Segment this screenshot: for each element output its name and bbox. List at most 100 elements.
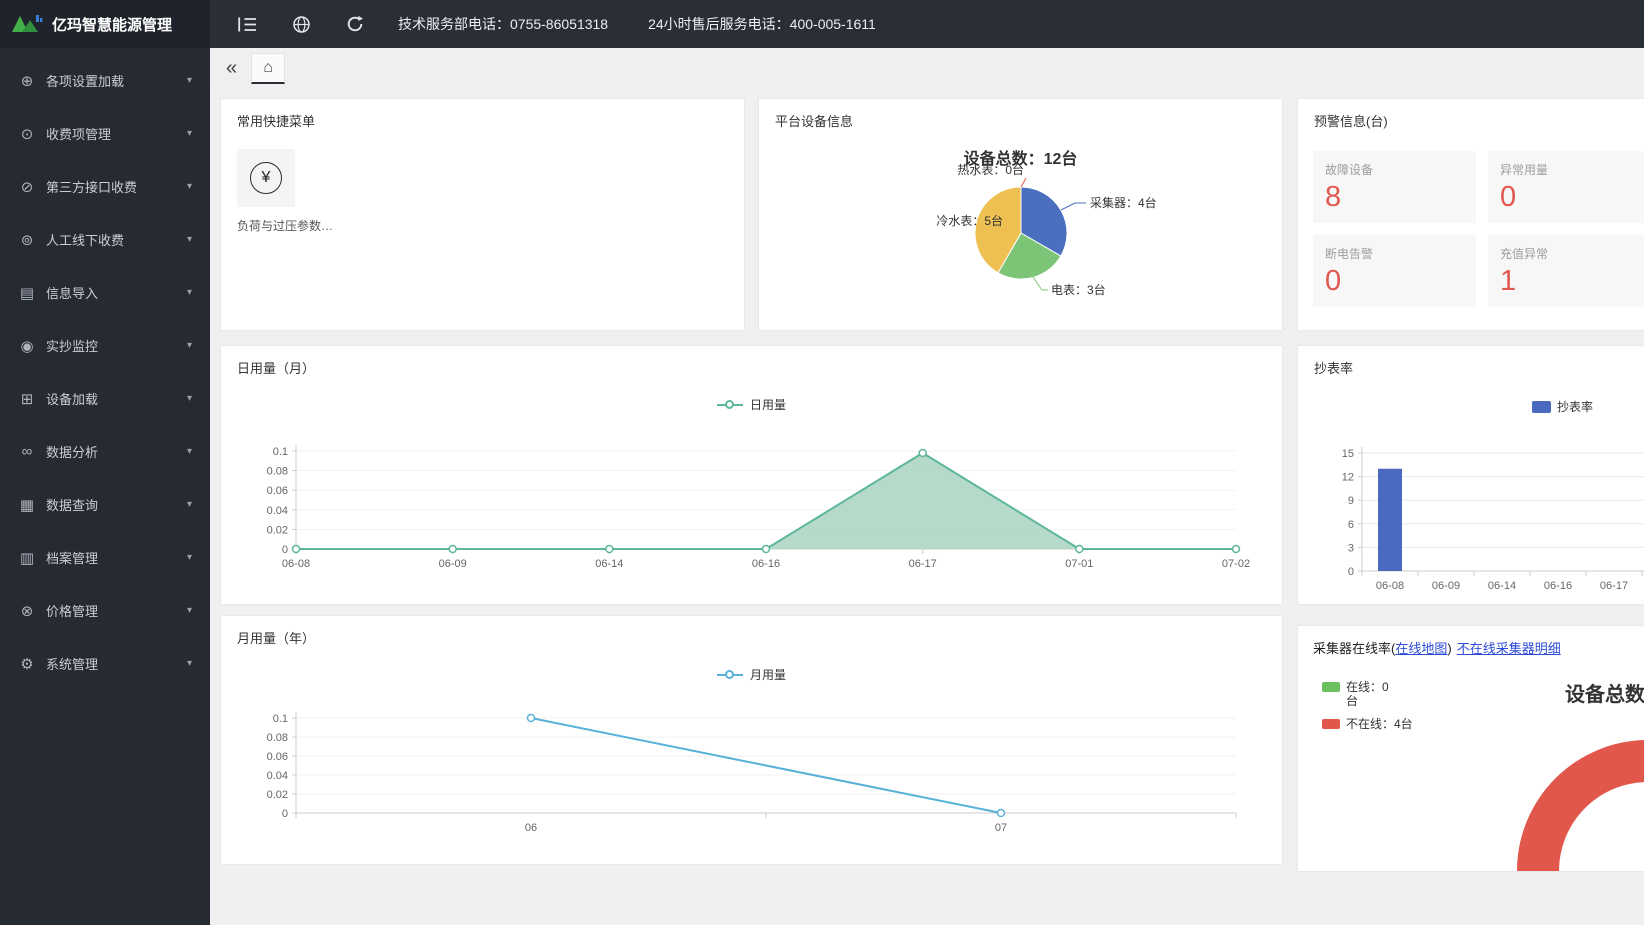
svg-text:06-14: 06-14 bbox=[1488, 580, 1516, 592]
chevron-down-icon: ▾ bbox=[186, 287, 192, 298]
live-monitor-icon: ◉ bbox=[20, 337, 34, 355]
collector-legend: 在线：0台 不在线：4台 bbox=[1322, 680, 1413, 740]
svg-text:0.06: 0.06 bbox=[267, 751, 288, 763]
chevron-down-icon: ▾ bbox=[186, 75, 192, 86]
shortcut-label: 负荷与过压参数… bbox=[237, 219, 334, 233]
meter-rate-chart[interactable]: 0369121506-0806-0906-1406-1606-1707-0107… bbox=[1298, 421, 1644, 605]
sidebar-item-device-load[interactable]: ⊞ 设备加载 ▾ bbox=[0, 372, 210, 425]
svg-text:0.08: 0.08 bbox=[267, 466, 288, 478]
device-total-label: 设备总数 bbox=[1565, 684, 1644, 706]
svg-text:0.1: 0.1 bbox=[273, 713, 288, 725]
svg-text:06-16: 06-16 bbox=[1544, 580, 1572, 592]
collapse-sidebar-button[interactable]: « bbox=[226, 58, 237, 78]
card-collector-online: 采集器在线率(在线地图) 不在线采集器明细 在线：0台 不在线：4台 设备总数 bbox=[1297, 625, 1644, 872]
card-daily-usage: 日用量（月） 日用量 0 0.02 0.04 0.06 0.08 0.1 06-08 06-0… bbox=[220, 345, 1283, 605]
svg-text:冷水表：5台: 冷水表：5台 bbox=[936, 213, 1003, 228]
sidebar-item-fee-management[interactable]: ⊙ 收费项管理 ▾ bbox=[0, 107, 210, 160]
svg-text:3: 3 bbox=[1348, 542, 1354, 554]
svg-text:12: 12 bbox=[1342, 472, 1354, 484]
alerts-title: 预警信息(台) bbox=[1314, 114, 1388, 129]
monthly-usage-chart[interactable]: 0 0.02 0.04 0.06 0.08 0.1 06 07 bbox=[221, 691, 1283, 865]
svg-text:06-09: 06-09 bbox=[1432, 580, 1460, 592]
line-legend-icon bbox=[716, 670, 743, 679]
sidebar-item-price-management[interactable]: ⊗ 价格管理 ▾ bbox=[0, 584, 210, 637]
monthly-usage-title: 月用量（年） bbox=[237, 631, 316, 646]
chevron-down-icon: ▾ bbox=[186, 658, 192, 669]
svg-text:06: 06 bbox=[525, 822, 537, 834]
svg-text:06-17: 06-17 bbox=[909, 558, 937, 570]
system-management-icon: ⚙ bbox=[20, 655, 34, 673]
svg-text:采集器：4台: 采集器：4台 bbox=[1090, 195, 1157, 210]
main-content: 常用快捷菜单 ¥ 负荷与过压参数… 平台设备信息 设备总数：12台 采集器：4台… bbox=[210, 88, 1644, 925]
topbar: 技术服务部电话：0755-86051318 24小时售后服务电话：400-005… bbox=[210, 0, 1644, 48]
sidebar-item-data-query[interactable]: ▦ 数据查询 ▾ bbox=[0, 478, 210, 531]
card-monthly-usage: 月用量（年） 月用量 0 0.02 0.04 0.06 0.08 0.1 06 07 bbox=[220, 615, 1283, 865]
sidebar-item-live-monitor[interactable]: ◉ 实抄监控 ▾ bbox=[0, 319, 210, 372]
daily-usage-chart[interactable]: 0 0.02 0.04 0.06 0.08 0.1 06-08 06-09 06-14 06-16… bbox=[221, 421, 1283, 596]
legend-online[interactable]: 在线：0台 bbox=[1322, 680, 1413, 708]
device-load-icon: ⊞ bbox=[20, 390, 34, 408]
chevron-down-icon: ▾ bbox=[186, 605, 192, 616]
stat-abnormal-usage: 异常用量 0 bbox=[1488, 151, 1644, 223]
online-map-link[interactable]: 在线地图 bbox=[1395, 641, 1447, 656]
meter-rate-legend[interactable]: 抄表率 bbox=[1532, 398, 1593, 415]
app-title: 亿玛智慧能源管理 bbox=[52, 16, 173, 34]
svg-text:0.04: 0.04 bbox=[267, 505, 288, 517]
data-query-icon: ▦ bbox=[19, 496, 35, 514]
data-analysis-icon: ∞ bbox=[21, 443, 33, 460]
chevron-down-icon: ▾ bbox=[186, 499, 192, 510]
quick-menu-title: 常用快捷菜单 bbox=[237, 114, 316, 129]
svg-text:0.06: 0.06 bbox=[267, 485, 288, 497]
menu-fold-icon[interactable] bbox=[220, 0, 274, 48]
price-management-icon: ⊗ bbox=[20, 602, 34, 620]
sidebar-item-system-management[interactable]: ⚙ 系统管理 ▾ bbox=[0, 637, 210, 690]
svg-text:15: 15 bbox=[1342, 448, 1354, 460]
sidebar-item-offline-fee[interactable]: ⊚ 人工线下收费 ▾ bbox=[0, 213, 210, 266]
monthly-usage-legend[interactable]: 月用量 bbox=[221, 666, 1282, 683]
daily-usage-legend[interactable]: 日用量 bbox=[221, 396, 1282, 413]
chevron-down-icon: ▾ bbox=[186, 340, 192, 351]
chevron-down-icon: ▾ bbox=[186, 552, 192, 563]
sidebar-item-archive-management[interactable]: ▥ 档案管理 ▾ bbox=[0, 531, 210, 584]
sidebar-item-info-import[interactable]: ▤ 信息导入 ▾ bbox=[0, 266, 210, 319]
device-pie-chart[interactable]: 采集器：4台电表：3台 冷水表：5台 热水表：0台 bbox=[759, 159, 1283, 331]
svg-text:6: 6 bbox=[1348, 519, 1354, 531]
card-platform-devices: 平台设备信息 设备总数：12台 采集器：4台 电表：3台 冷水表：5台 热水表：0台 bbox=[758, 98, 1283, 331]
chevron-down-icon: ▾ bbox=[186, 181, 192, 192]
alert-stats-grid: 故障设备 8 异常用量 0 断电告警 0 充值异常 1 bbox=[1313, 151, 1644, 307]
sidebar-item-data-analysis[interactable]: ∞ 数据分析 ▾ bbox=[0, 425, 210, 478]
sidebar: 亿玛智慧能源管理 ⊕ 各项设置加载 ▾ ⊙ 收费项管理 ▾ ⊘ 第三方接口收费 ▾ ⊚ 人工线下收费… bbox=[0, 0, 210, 925]
tab-home[interactable]: ⌂ bbox=[251, 52, 286, 84]
after-sales-phone: 24小时售后服务电话：400-005-1611 bbox=[648, 16, 876, 32]
refresh-icon[interactable] bbox=[328, 0, 382, 48]
sidebar-menu: ⊕ 各项设置加载 ▾ ⊙ 收费项管理 ▾ ⊘ 第三方接口收费 ▾ ⊚ 人工线下收费 ▾ ▤ 信息导入 ▾ ◉ 实… bbox=[0, 48, 210, 690]
sidebar-item-settings-load[interactable]: ⊕ 各项设置加载 ▾ bbox=[0, 54, 210, 107]
tabbar: « ⌂ bbox=[210, 48, 1644, 88]
svg-text:06-08: 06-08 bbox=[282, 558, 310, 570]
chevron-down-icon: ▾ bbox=[186, 128, 192, 139]
offline-fee-icon: ⊚ bbox=[20, 231, 34, 249]
legend-offline[interactable]: 不在线：4台 bbox=[1322, 717, 1413, 731]
svg-text:0.08: 0.08 bbox=[267, 732, 288, 744]
info-import-icon: ▤ bbox=[19, 284, 35, 302]
stat-recharge-abnormal: 充值异常 1 bbox=[1488, 235, 1644, 307]
archive-management-icon: ▥ bbox=[19, 549, 35, 567]
svg-text:0.04: 0.04 bbox=[267, 770, 288, 782]
svg-text:07-02: 07-02 bbox=[1222, 558, 1250, 570]
svg-text:07: 07 bbox=[995, 822, 1007, 834]
svg-text:热水表：0台: 热水表：0台 bbox=[957, 162, 1024, 177]
shortcut-load-overvoltage-params[interactable]: ¥ 负荷与过压参数… bbox=[237, 149, 347, 234]
chevron-down-icon: ▾ bbox=[186, 446, 192, 457]
chevron-down-icon: ▾ bbox=[186, 234, 192, 245]
sidebar-item-third-party-fee[interactable]: ⊘ 第三方接口收费 ▾ bbox=[0, 160, 210, 213]
svg-text:0: 0 bbox=[282, 544, 288, 556]
collector-online-title: 采集器在线率(在线地图) 不在线采集器明细 bbox=[1313, 641, 1561, 656]
card-meter-rate: 抄表率 抄表率 0 3 6 9 12 15 06-08 06-09 06-14 06-16 06-1… bbox=[1297, 345, 1644, 605]
settings-load-icon: ⊕ bbox=[20, 72, 34, 90]
meter-rate-title: 抄表率 bbox=[1314, 361, 1354, 376]
offline-collectors-detail-link[interactable]: 不在线采集器明细 bbox=[1457, 641, 1561, 656]
svg-text:9: 9 bbox=[1348, 495, 1354, 507]
logo-bar: 亿玛智慧能源管理 bbox=[0, 0, 210, 48]
svg-text:电表：3台: 电表：3台 bbox=[1051, 282, 1106, 297]
globe-icon[interactable] bbox=[274, 0, 328, 48]
